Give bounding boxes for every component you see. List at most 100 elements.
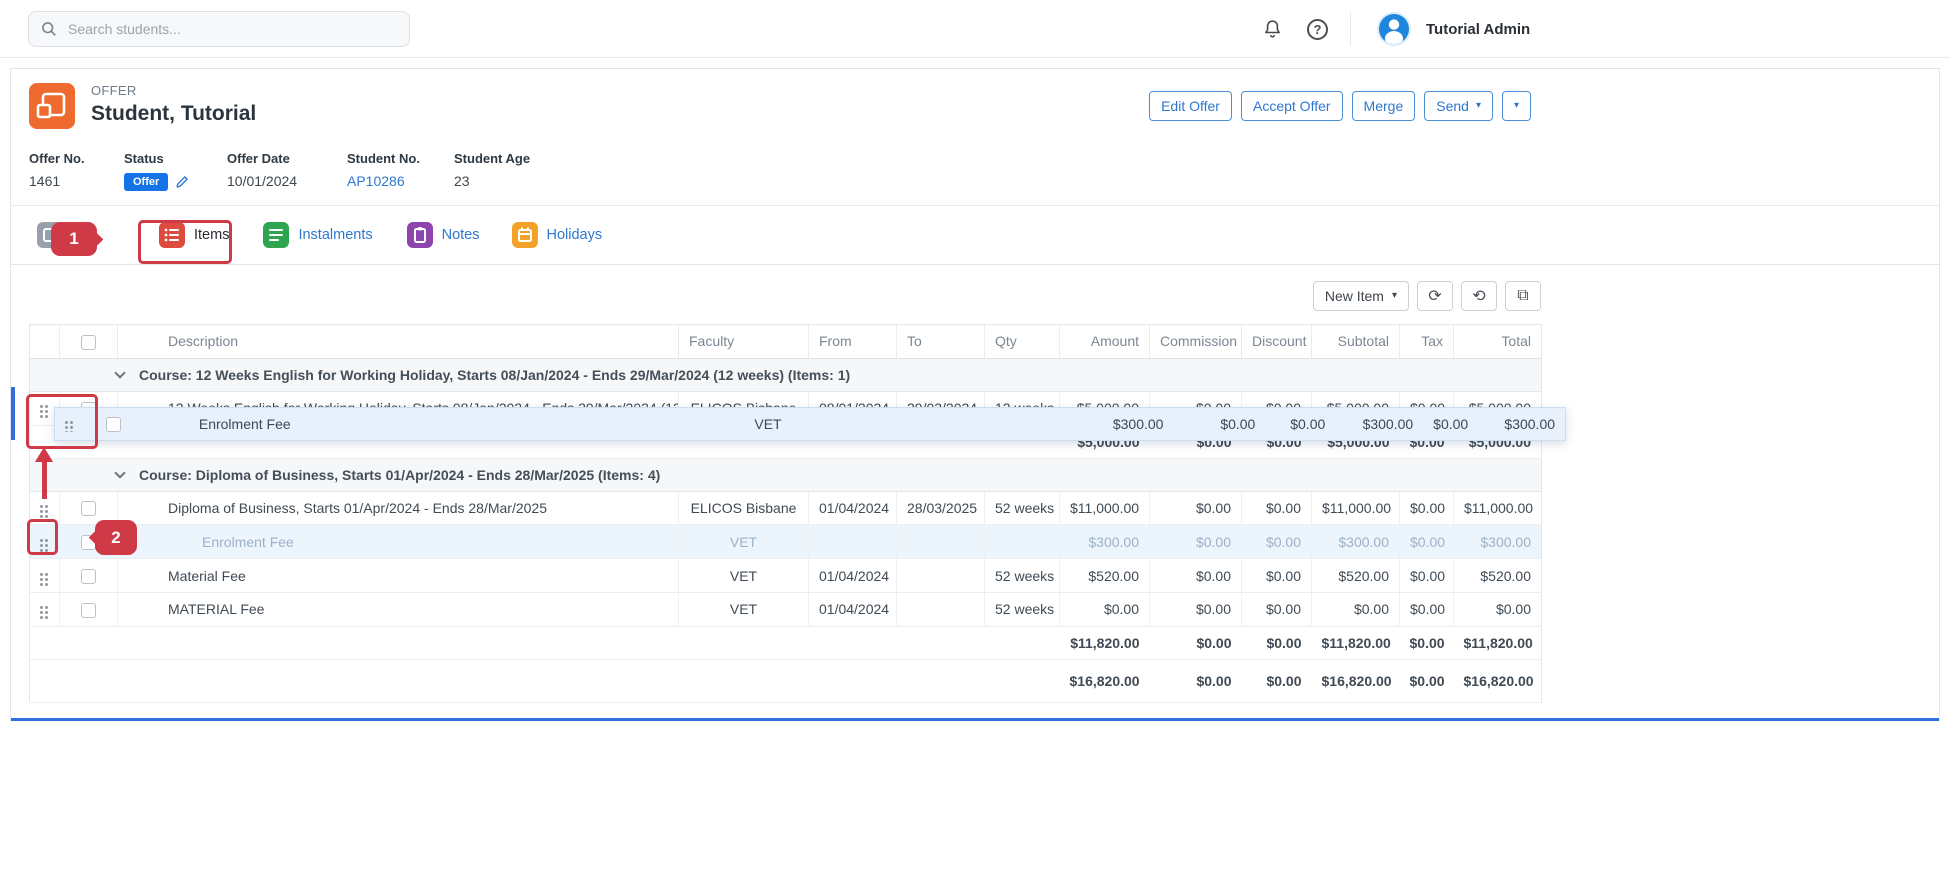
row-checkbox [106,417,121,432]
cell-commission: $0.00 [1150,559,1242,593]
offer-date-label: Offer Date [227,151,347,166]
col-amount[interactable]: Amount [1060,325,1150,359]
collapse-chevron-icon[interactable] [114,467,125,478]
drag-handle-icon[interactable] [40,606,43,609]
edit-status-icon[interactable] [175,175,189,189]
status-badge: Offer [124,173,168,191]
notifications-bell-icon[interactable] [1262,18,1283,40]
grand-total-row: $16,820.00 $0.00 $0.00 $16,820.00 $0.00 … [30,659,1542,702]
send-button[interactable]: Send▾ [1424,91,1493,121]
col-description[interactable]: Description [118,325,679,359]
col-to[interactable]: To [897,325,985,359]
help-icon[interactable]: ? [1307,19,1328,40]
cell-commission: $0.00 [1150,491,1242,525]
table-header-row: Description Faculty From To Qty Amount C… [30,325,1542,359]
cell-qty: 52 weeks [985,559,1060,593]
table-row[interactable]: Material Fee VET 01/04/2024 52 weeks $52… [30,559,1542,593]
row-checkbox[interactable] [81,569,96,584]
entity-label: OFFER [91,83,256,98]
student-no-link[interactable]: AP10286 [347,173,405,189]
search-icon [41,21,57,37]
select-all-checkbox[interactable] [81,335,96,350]
student-age-value: 23 [454,173,530,189]
group-subtotal-row: $11,820.00 $0.00 $0.00 $11,820.00 $0.00 … [30,626,1542,659]
drag-handle-icon[interactable] [40,505,43,508]
edit-offer-button[interactable]: Edit Offer [1149,91,1232,121]
cell-to: 28/03/2025 [897,491,985,525]
tab-instalments[interactable]: Instalments [263,222,372,248]
tab-notes-label: Notes [442,227,480,243]
student-search[interactable] [28,11,410,47]
col-discount[interactable]: Discount [1242,325,1312,359]
status-label: Status [124,151,227,166]
duplicate-button[interactable]: ⧉ [1505,281,1541,311]
course-group-header[interactable]: Course: 12 Weeks English for Working Hol… [30,358,1542,391]
merge-button[interactable]: Merge [1352,91,1416,121]
col-subtotal[interactable]: Subtotal [1312,325,1400,359]
tab-instalments-label: Instalments [298,227,372,243]
col-faculty[interactable]: Faculty [679,325,809,359]
cell-from: 01/04/2024 [809,491,897,525]
col-tax[interactable]: Tax [1400,325,1454,359]
row-checkbox[interactable] [81,501,96,516]
offer-date-value: 10/01/2024 [227,173,347,189]
cell-faculty: ELICOS Bisbane [679,491,809,525]
cell-discount: $0.00 [1242,592,1312,626]
drag-handle-icon[interactable] [40,573,43,576]
user-avatar[interactable] [1375,10,1413,48]
page-title: Student, Tutorial [91,102,256,126]
cell-faculty: VET [679,525,809,559]
offer-no-value: 1461 [29,173,124,189]
cell-tax: $0.00 [1400,559,1454,593]
cell-from: 01/04/2024 [809,559,897,593]
cell-from [809,525,897,559]
offer-card: OFFER Student, Tutorial Edit Offer Accep… [10,68,1940,721]
cell-subtotal: $11,000.00 [1312,491,1400,525]
table-row[interactable]: Diploma of Business, Starts 01/Apr/2024 … [30,491,1542,525]
cell-total: $300.00 [1477,416,1565,432]
col-commission[interactable]: Commission [1150,325,1242,359]
tab-notes[interactable]: Notes [407,222,480,248]
user-name: Tutorial Admin [1426,21,1530,38]
refresh-button[interactable]: ⟳ [1417,281,1453,311]
cell-commission: $0.00 [1150,592,1242,626]
refresh-icon: ⟳ [1428,286,1441,306]
chevron-down-icon: ▾ [1392,291,1397,301]
cell-description: MATERIAL Fee [118,592,679,626]
cell-discount: $0.00 [1265,416,1335,432]
search-input[interactable] [66,20,397,38]
accept-offer-button[interactable]: Accept Offer [1241,91,1343,121]
collapse-chevron-icon[interactable] [114,367,125,378]
notes-tab-icon [407,222,433,248]
cell-discount: $0.00 [1242,559,1312,593]
panel-bottom-indicator [11,718,1939,721]
cell-qty: 52 weeks [985,592,1060,626]
annotation-drop-target-box [26,394,98,449]
cell-amount: $520.00 [1060,559,1150,593]
annotation-arrow-line [42,461,47,499]
new-item-button[interactable]: New Item ▾ [1313,281,1409,311]
cell-amount: $11,000.00 [1060,491,1150,525]
cell-tax: $0.00 [1423,416,1477,432]
col-total[interactable]: Total [1454,325,1542,359]
cell-total: $300.00 [1454,525,1542,559]
table-row[interactable]: MATERIAL Fee VET 01/04/2024 52 weeks $0.… [30,592,1542,626]
history-button[interactable]: ⟲ [1461,281,1497,311]
annotation-step-1-badge: 1 [51,222,97,256]
course-group-header[interactable]: Course: Diploma of Business, Starts 01/A… [30,458,1542,491]
cell-to [897,592,985,626]
col-qty[interactable]: Qty [985,325,1060,359]
cell-description: Enrolment Fee [118,525,679,559]
copy-icon: ⧉ [1517,287,1528,305]
table-row-drag-source[interactable]: Enrolment Fee VET $300.00 $0.00 $0.00 $3… [30,525,1542,559]
topbar-divider [1350,12,1351,46]
row-checkbox[interactable] [81,603,96,618]
cell-discount: $0.00 [1242,491,1312,525]
more-actions-button[interactable]: ▾ [1502,91,1531,121]
chevron-down-icon: ▾ [1476,101,1481,111]
cell-faculty: VET [679,559,809,593]
col-from[interactable]: From [809,325,897,359]
tab-holidays[interactable]: Holidays [512,222,603,248]
instalments-tab-icon [263,222,289,248]
history-icon: ⟲ [1472,286,1485,306]
